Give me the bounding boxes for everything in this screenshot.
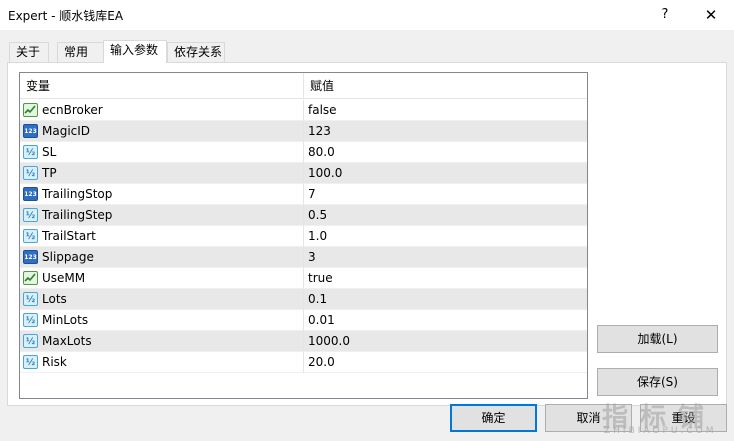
param-name-cell: ½ MaxLots bbox=[20, 331, 304, 352]
table-row[interactable]: ½ MaxLots 1000.0 bbox=[20, 331, 587, 352]
table-row[interactable]: 123 Slippage 3 bbox=[20, 247, 587, 268]
close-button[interactable]: ✕ bbox=[700, 4, 722, 26]
param-value-cell[interactable]: false bbox=[304, 100, 587, 121]
table-row[interactable]: UseMM true bbox=[20, 268, 587, 289]
param-name: Lots bbox=[42, 292, 67, 306]
param-name-cell: ½ Risk bbox=[20, 352, 304, 373]
param-name-cell: 123 TrailingStop bbox=[20, 184, 304, 205]
bool-type-icon bbox=[23, 271, 38, 285]
integer-type-icon: 123 bbox=[23, 187, 38, 201]
param-name: TrailingStop bbox=[42, 187, 113, 201]
header-variable[interactable]: 变量 bbox=[20, 73, 304, 99]
param-value-cell[interactable]: 0.5 bbox=[304, 205, 587, 226]
param-name-cell: ½ TrailStart bbox=[20, 226, 304, 247]
double-type-icon: ½ bbox=[23, 355, 38, 369]
param-name-cell: UseMM bbox=[20, 268, 304, 289]
param-name: MagicID bbox=[42, 124, 91, 138]
window-title: Expert - 顺水钱库EA bbox=[8, 9, 124, 23]
param-name: UseMM bbox=[42, 271, 86, 285]
header-value[interactable]: 赋值 bbox=[304, 73, 587, 99]
tab-about[interactable]: 关于 bbox=[9, 42, 49, 62]
param-value-cell[interactable]: 1000.0 bbox=[304, 331, 587, 352]
param-name: TrailStart bbox=[42, 229, 96, 243]
param-value-cell[interactable]: 100.0 bbox=[304, 163, 587, 184]
integer-type-icon: 123 bbox=[23, 250, 38, 264]
table-row[interactable]: ½ TP 100.0 bbox=[20, 163, 587, 184]
table-row[interactable]: 123 TrailingStop 7 bbox=[20, 184, 587, 205]
param-name-cell: ½ TrailingStep bbox=[20, 205, 304, 226]
param-value-cell[interactable]: 80.0 bbox=[304, 142, 587, 163]
help-button[interactable]: ? bbox=[654, 4, 676, 26]
param-value-cell[interactable]: 123 bbox=[304, 121, 587, 142]
param-name: TrailingStep bbox=[42, 208, 113, 222]
double-type-icon: ½ bbox=[23, 145, 38, 159]
param-name: Risk bbox=[42, 355, 67, 369]
title-bar: Expert - 顺水钱库EA ? ✕ bbox=[0, 0, 734, 30]
param-name-cell: ½ MinLots bbox=[20, 310, 304, 331]
tab-common[interactable]: 常用 bbox=[57, 42, 105, 62]
param-value-cell[interactable]: true bbox=[304, 268, 587, 289]
param-value-cell[interactable]: 3 bbox=[304, 247, 587, 268]
param-name: ecnBroker bbox=[42, 103, 103, 117]
load-button[interactable]: 加载(L) bbox=[597, 325, 718, 353]
param-value-cell[interactable]: 20.0 bbox=[304, 352, 587, 373]
double-type-icon: ½ bbox=[23, 313, 38, 327]
param-value-cell[interactable]: 0.01 bbox=[304, 310, 587, 331]
param-name-cell: 123 Slippage bbox=[20, 247, 304, 268]
save-button[interactable]: 保存(S) bbox=[597, 368, 718, 396]
tab-inputs[interactable]: 输入参数 bbox=[103, 40, 167, 63]
table-row[interactable]: ½ Lots 0.1 bbox=[20, 289, 587, 310]
param-name: MinLots bbox=[42, 313, 89, 327]
double-type-icon: ½ bbox=[23, 292, 38, 306]
param-name-cell: ½ Lots bbox=[20, 289, 304, 310]
table-row[interactable]: ½ TrailStart 1.0 bbox=[20, 226, 587, 247]
param-name: SL bbox=[42, 145, 57, 159]
table-row[interactable]: ½ TrailingStep 0.5 bbox=[20, 205, 587, 226]
param-name: TP bbox=[42, 166, 57, 180]
double-type-icon: ½ bbox=[23, 334, 38, 348]
table-row[interactable]: ecnBroker false bbox=[20, 100, 587, 121]
param-name-cell: ½ TP bbox=[20, 163, 304, 184]
table-row[interactable]: ½ SL 80.0 bbox=[20, 142, 587, 163]
table-row[interactable]: ½ MinLots 0.01 bbox=[20, 310, 587, 331]
ok-button[interactable]: 确定 bbox=[450, 404, 537, 432]
param-name-cell: ecnBroker bbox=[20, 100, 304, 121]
double-type-icon: ½ bbox=[23, 208, 38, 222]
param-name: Slippage bbox=[42, 250, 94, 264]
integer-type-icon: 123 bbox=[23, 124, 38, 138]
cancel-button[interactable]: 取消 bbox=[545, 404, 632, 432]
param-value-cell[interactable]: 0.1 bbox=[304, 289, 587, 310]
param-name: MaxLots bbox=[42, 334, 92, 348]
param-name-cell: 123 MagicID bbox=[20, 121, 304, 142]
reset-button[interactable]: 重设 bbox=[640, 404, 727, 432]
table-row[interactable]: ½ Risk 20.0 bbox=[20, 352, 587, 373]
parameters-grid[interactable]: 变量 赋值 ecnBroker false 123 MagicID 123 ½ SL 80.0… bbox=[19, 72, 588, 399]
param-value-cell[interactable]: 7 bbox=[304, 184, 587, 205]
table-row[interactable]: 123 MagicID 123 bbox=[20, 121, 587, 142]
bool-type-icon bbox=[23, 103, 38, 117]
double-type-icon: ½ bbox=[23, 166, 38, 180]
param-name-cell: ½ SL bbox=[20, 142, 304, 163]
param-value-cell[interactable]: 1.0 bbox=[304, 226, 587, 247]
grid-header: 变量 赋值 bbox=[20, 73, 587, 99]
double-type-icon: ½ bbox=[23, 229, 38, 243]
tab-dependencies[interactable]: 依存关系 bbox=[167, 42, 225, 62]
